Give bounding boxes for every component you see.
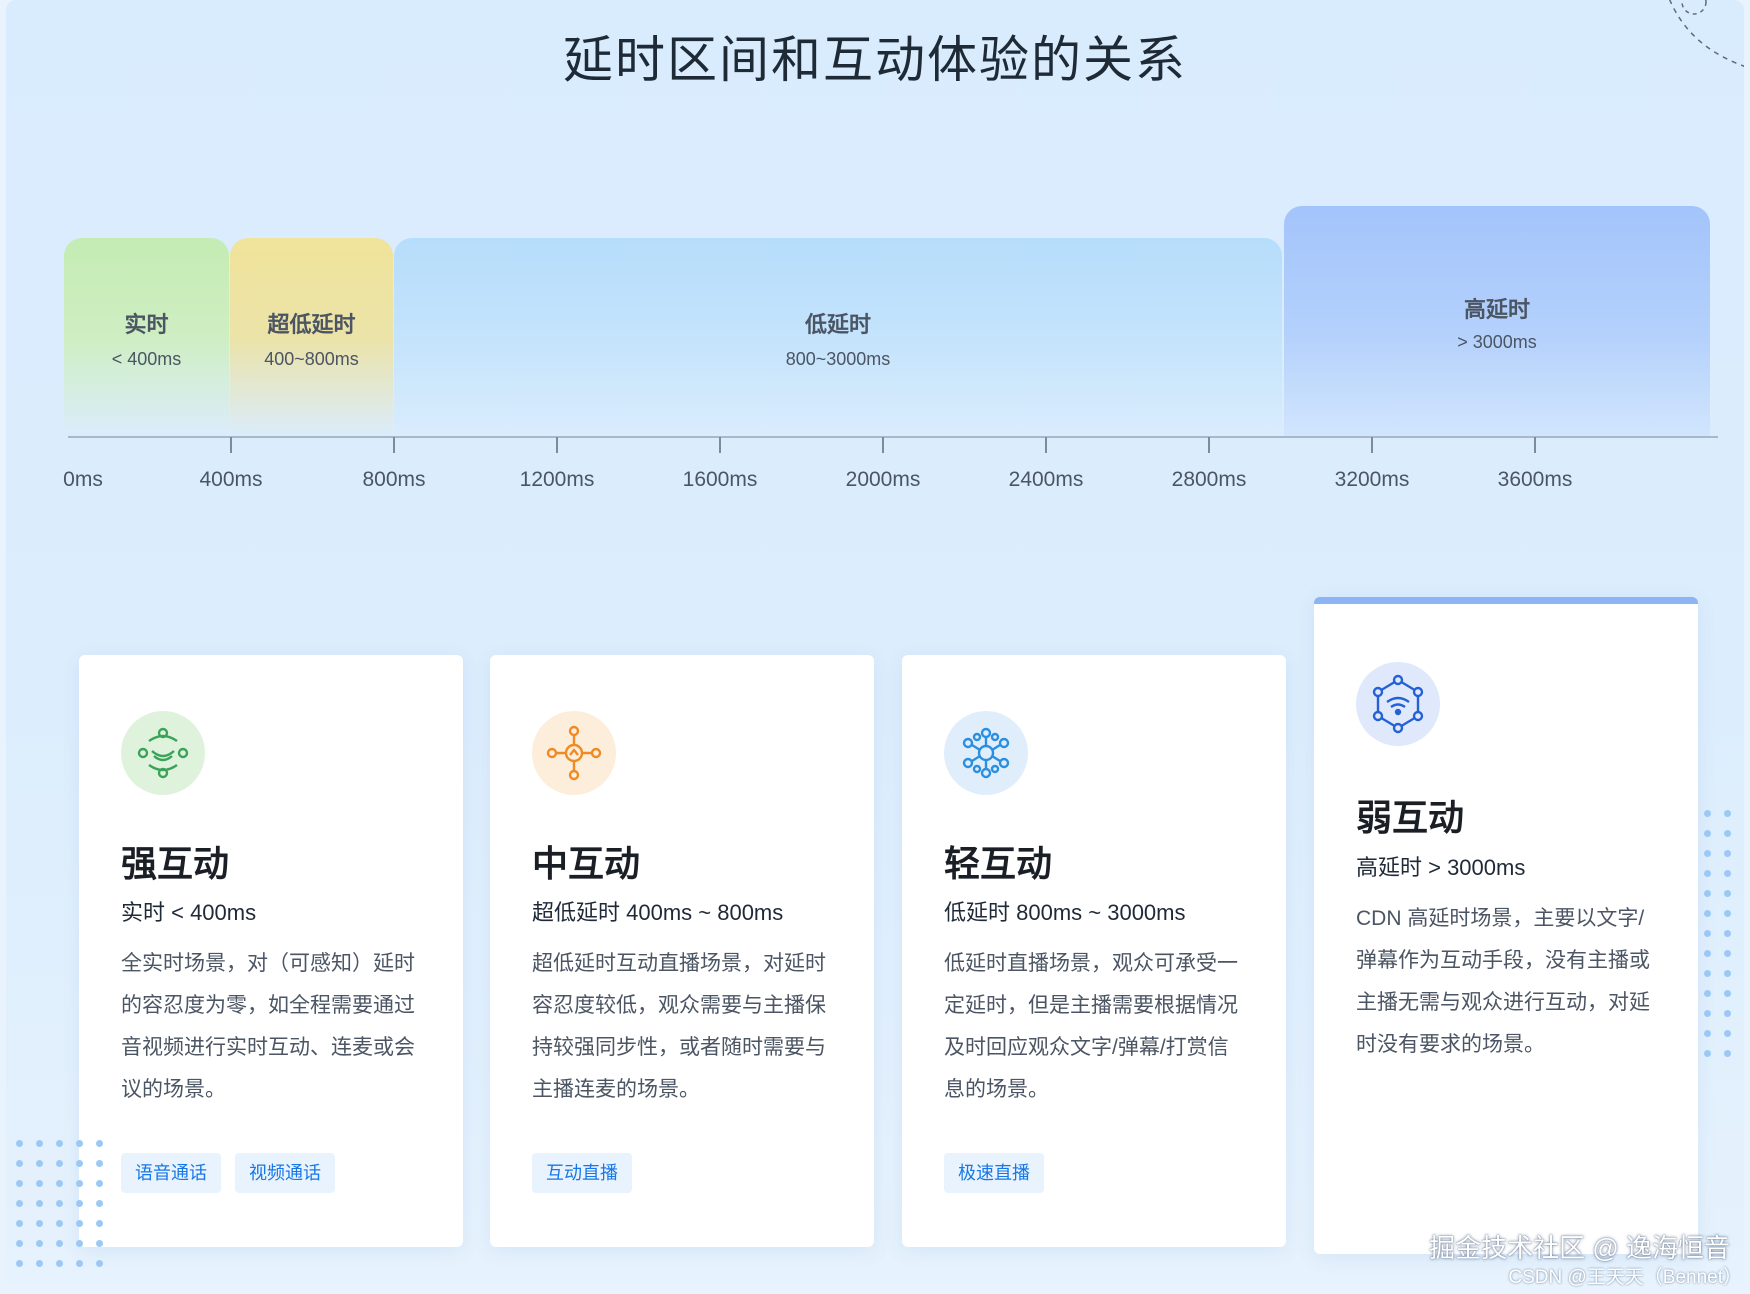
card-range: 实时 < 400ms bbox=[121, 900, 257, 925]
axis-tick bbox=[393, 437, 395, 453]
diagram-canvas: 延时区间和互动体验的关系 实时 < 400ms 超低延时 400~800ms 低… bbox=[6, 0, 1744, 1284]
zone-name: 低延时 bbox=[804, 311, 871, 337]
axis-tick bbox=[556, 437, 558, 453]
zone-realtime: 实时 < 400ms bbox=[64, 238, 229, 438]
card-title: 轻互动 bbox=[944, 843, 1053, 884]
axis-tick-label: 1600ms bbox=[682, 468, 758, 491]
zone-range: 800~3000ms bbox=[785, 348, 891, 369]
card-title: 强互动 bbox=[121, 843, 230, 884]
watermark-csdn: CSDN @王天天（Bennet） bbox=[1508, 1267, 1742, 1288]
page-title: 延时区间和互动体验的关系 bbox=[563, 32, 1187, 88]
axis-tick-label: 2000ms bbox=[845, 468, 921, 491]
tag-fast-live[interactable]: 极速直播 bbox=[944, 1153, 1044, 1193]
zone-name: 实时 bbox=[124, 311, 169, 337]
axis-tick-label: 2400ms bbox=[1008, 468, 1084, 491]
axis-tick-label: 0ms bbox=[63, 468, 103, 491]
card-strong-interaction: 强互动 实时 < 400ms 全实时场景，对（可感知）延时的容忍度为零，如全程需… bbox=[79, 655, 463, 1247]
card-range: 超低延时 400ms ~ 800ms bbox=[532, 900, 784, 925]
zone-name: 高延时 bbox=[1463, 297, 1530, 322]
watermark-juejin: 掘金技术社区 @ 逸海恒音 bbox=[1429, 1233, 1730, 1263]
zone-name: 超低延时 bbox=[267, 311, 356, 337]
zone-range: < 400ms bbox=[111, 348, 182, 369]
card-description: 全实时场景，对（可感知）延时的容忍度为零，如全程需要通过音视频进行实时互动、连麦… bbox=[121, 952, 415, 1101]
card-tags: 语音通话 视频通话 bbox=[121, 1153, 335, 1193]
axis-tick bbox=[719, 437, 721, 453]
zone-range: 400~800ms bbox=[264, 348, 359, 369]
axis-tick-label: 3200ms bbox=[1334, 468, 1410, 491]
card-light-interaction: 轻互动 低延时 800ms ~ 3000ms 低延时直播场景，观众可承受一定延时… bbox=[902, 655, 1286, 1247]
zone-range: > 3000ms bbox=[1457, 332, 1537, 352]
card-title: 弱互动 bbox=[1356, 797, 1465, 838]
axis-tick bbox=[1371, 437, 1373, 453]
axis-tick bbox=[882, 437, 884, 453]
card-weak-interaction: 弱互动 高延时 > 3000ms CDN 高延时场景，主要以文字/弹幕作为互动手… bbox=[1314, 597, 1698, 1254]
tag-voice-call[interactable]: 语音通话 bbox=[121, 1153, 221, 1193]
card-description: CDN 高延时场景，主要以文字/弹幕作为互动手段，没有主播或主播无需与观众进行互… bbox=[1356, 907, 1650, 1056]
card-range: 高延时 > 3000ms bbox=[1356, 855, 1526, 880]
card-range: 低延时 800ms ~ 3000ms bbox=[944, 900, 1186, 925]
card-tags: 互动直播 bbox=[532, 1153, 632, 1193]
axis-tick-label: 1200ms bbox=[519, 468, 595, 491]
card-medium-interaction: 中互动 超低延时 400ms ~ 800ms 超低延时互动直播场景，对延时容忍度… bbox=[490, 655, 874, 1247]
axis-tick bbox=[1208, 437, 1210, 453]
card-title: 中互动 bbox=[532, 843, 641, 884]
zone-high-latency: 高延时 > 3000ms bbox=[1284, 206, 1710, 438]
axis-tick-label: 3600ms bbox=[1497, 468, 1573, 491]
broadcast-node-icon bbox=[1356, 662, 1440, 746]
axis-tick bbox=[1045, 437, 1047, 453]
axis-tick bbox=[230, 437, 232, 453]
decorative-dashed-arc bbox=[1669, 0, 1744, 67]
timeline-axis bbox=[68, 436, 1718, 438]
tag-video-call[interactable]: 视频通话 bbox=[235, 1153, 335, 1193]
interaction-icon bbox=[121, 711, 205, 795]
axis-tick bbox=[1534, 437, 1536, 453]
network-hub-icon bbox=[532, 711, 616, 795]
cluster-icon bbox=[944, 711, 1028, 795]
card-description: 超低延时互动直播场景，对延时容忍度较低，观众需要与主播保持较强同步性，或者随时需… bbox=[532, 952, 826, 1101]
tag-interactive-live[interactable]: 互动直播 bbox=[532, 1153, 632, 1193]
axis-tick-label: 800ms bbox=[362, 468, 426, 491]
card-tags: 极速直播 bbox=[944, 1153, 1044, 1193]
zone-ultra-low-latency: 超低延时 400~800ms bbox=[230, 238, 393, 438]
axis-tick-label: 400ms bbox=[199, 468, 263, 491]
card-description: 低延时直播场景，观众可承受一定延时，但是主播需要根据情况及时回应观众文字/弹幕/… bbox=[944, 952, 1238, 1101]
axis-tick-label: 2800ms bbox=[1171, 468, 1247, 491]
zone-low-latency: 低延时 800~3000ms bbox=[394, 238, 1282, 438]
